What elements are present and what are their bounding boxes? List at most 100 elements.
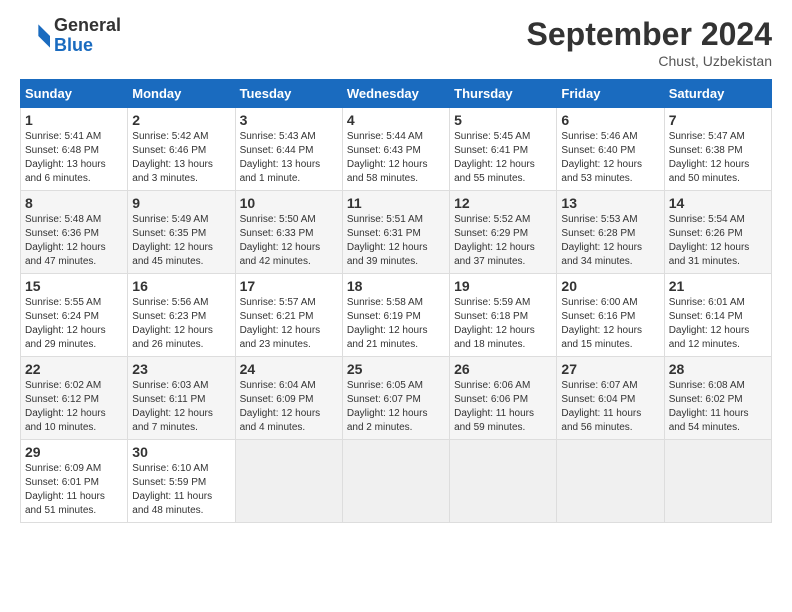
header-cell-sunday: Sunday xyxy=(21,80,128,108)
day-number: 2 xyxy=(132,112,230,128)
day-cell: 7 Sunrise: 5:47 AM Sunset: 6:38 PM Dayli… xyxy=(664,108,771,191)
day-cell xyxy=(664,440,771,523)
day-number: 6 xyxy=(561,112,659,128)
day-info: Sunrise: 6:10 AM Sunset: 5:59 PM Dayligh… xyxy=(132,462,230,518)
day-info: Sunrise: 5:48 AM Sunset: 6:36 PM Dayligh… xyxy=(25,213,123,269)
day-number: 26 xyxy=(454,361,552,377)
day-info: Sunrise: 5:45 AM Sunset: 6:41 PM Dayligh… xyxy=(454,130,552,186)
day-info: Sunrise: 5:50 AM Sunset: 6:33 PM Dayligh… xyxy=(240,213,338,269)
day-info: Sunrise: 5:51 AM Sunset: 6:31 PM Dayligh… xyxy=(347,213,445,269)
day-cell xyxy=(235,440,342,523)
day-info: Sunrise: 5:49 AM Sunset: 6:35 PM Dayligh… xyxy=(132,213,230,269)
day-info: Sunrise: 5:43 AM Sunset: 6:44 PM Dayligh… xyxy=(240,130,338,186)
week-row-2: 8 Sunrise: 5:48 AM Sunset: 6:36 PM Dayli… xyxy=(21,191,772,274)
day-cell: 25 Sunrise: 6:05 AM Sunset: 6:07 PM Dayl… xyxy=(342,357,449,440)
day-cell: 19 Sunrise: 5:59 AM Sunset: 6:18 PM Dayl… xyxy=(450,274,557,357)
day-info: Sunrise: 5:41 AM Sunset: 6:48 PM Dayligh… xyxy=(25,130,123,186)
header: General Blue September 2024 Chust, Uzbek… xyxy=(20,16,772,69)
day-cell: 13 Sunrise: 5:53 AM Sunset: 6:28 PM Dayl… xyxy=(557,191,664,274)
day-cell: 10 Sunrise: 5:50 AM Sunset: 6:33 PM Dayl… xyxy=(235,191,342,274)
day-info: Sunrise: 5:42 AM Sunset: 6:46 PM Dayligh… xyxy=(132,130,230,186)
day-cell: 1 Sunrise: 5:41 AM Sunset: 6:48 PM Dayli… xyxy=(21,108,128,191)
day-info: Sunrise: 6:02 AM Sunset: 6:12 PM Dayligh… xyxy=(25,379,123,435)
header-cell-wednesday: Wednesday xyxy=(342,80,449,108)
day-info: Sunrise: 6:08 AM Sunset: 6:02 PM Dayligh… xyxy=(669,379,767,435)
calendar-table: SundayMondayTuesdayWednesdayThursdayFrid… xyxy=(20,79,772,523)
day-cell: 27 Sunrise: 6:07 AM Sunset: 6:04 PM Dayl… xyxy=(557,357,664,440)
day-info: Sunrise: 5:56 AM Sunset: 6:23 PM Dayligh… xyxy=(132,296,230,352)
day-number: 14 xyxy=(669,195,767,211)
week-row-3: 15 Sunrise: 5:55 AM Sunset: 6:24 PM Dayl… xyxy=(21,274,772,357)
day-number: 15 xyxy=(25,278,123,294)
day-number: 20 xyxy=(561,278,659,294)
day-cell: 26 Sunrise: 6:06 AM Sunset: 6:06 PM Dayl… xyxy=(450,357,557,440)
day-cell: 18 Sunrise: 5:58 AM Sunset: 6:19 PM Dayl… xyxy=(342,274,449,357)
day-info: Sunrise: 5:58 AM Sunset: 6:19 PM Dayligh… xyxy=(347,296,445,352)
day-cell: 6 Sunrise: 5:46 AM Sunset: 6:40 PM Dayli… xyxy=(557,108,664,191)
day-info: Sunrise: 5:55 AM Sunset: 6:24 PM Dayligh… xyxy=(25,296,123,352)
day-number: 24 xyxy=(240,361,338,377)
day-cell: 24 Sunrise: 6:04 AM Sunset: 6:09 PM Dayl… xyxy=(235,357,342,440)
header-cell-friday: Friday xyxy=(557,80,664,108)
day-cell: 30 Sunrise: 6:10 AM Sunset: 5:59 PM Dayl… xyxy=(128,440,235,523)
logo-general: General xyxy=(54,16,121,36)
header-cell-monday: Monday xyxy=(128,80,235,108)
day-number: 13 xyxy=(561,195,659,211)
day-cell: 9 Sunrise: 5:49 AM Sunset: 6:35 PM Dayli… xyxy=(128,191,235,274)
day-cell: 4 Sunrise: 5:44 AM Sunset: 6:43 PM Dayli… xyxy=(342,108,449,191)
page-container: General Blue September 2024 Chust, Uzbek… xyxy=(0,0,792,533)
day-number: 8 xyxy=(25,195,123,211)
day-info: Sunrise: 6:04 AM Sunset: 6:09 PM Dayligh… xyxy=(240,379,338,435)
day-cell: 3 Sunrise: 5:43 AM Sunset: 6:44 PM Dayli… xyxy=(235,108,342,191)
day-info: Sunrise: 6:01 AM Sunset: 6:14 PM Dayligh… xyxy=(669,296,767,352)
day-number: 7 xyxy=(669,112,767,128)
day-number: 5 xyxy=(454,112,552,128)
day-number: 23 xyxy=(132,361,230,377)
day-info: Sunrise: 6:05 AM Sunset: 6:07 PM Dayligh… xyxy=(347,379,445,435)
day-cell: 2 Sunrise: 5:42 AM Sunset: 6:46 PM Dayli… xyxy=(128,108,235,191)
day-number: 16 xyxy=(132,278,230,294)
week-row-5: 29 Sunrise: 6:09 AM Sunset: 6:01 PM Dayl… xyxy=(21,440,772,523)
header-cell-tuesday: Tuesday xyxy=(235,80,342,108)
calendar-body: 1 Sunrise: 5:41 AM Sunset: 6:48 PM Dayli… xyxy=(21,108,772,523)
day-number: 25 xyxy=(347,361,445,377)
day-cell: 5 Sunrise: 5:45 AM Sunset: 6:41 PM Dayli… xyxy=(450,108,557,191)
day-cell: 17 Sunrise: 5:57 AM Sunset: 6:21 PM Dayl… xyxy=(235,274,342,357)
day-info: Sunrise: 5:59 AM Sunset: 6:18 PM Dayligh… xyxy=(454,296,552,352)
location: Chust, Uzbekistan xyxy=(527,53,772,69)
day-number: 12 xyxy=(454,195,552,211)
day-cell: 28 Sunrise: 6:08 AM Sunset: 6:02 PM Dayl… xyxy=(664,357,771,440)
day-cell: 11 Sunrise: 5:51 AM Sunset: 6:31 PM Dayl… xyxy=(342,191,449,274)
header-row: SundayMondayTuesdayWednesdayThursdayFrid… xyxy=(21,80,772,108)
day-info: Sunrise: 6:06 AM Sunset: 6:06 PM Dayligh… xyxy=(454,379,552,435)
day-info: Sunrise: 5:52 AM Sunset: 6:29 PM Dayligh… xyxy=(454,213,552,269)
calendar-header: SundayMondayTuesdayWednesdayThursdayFrid… xyxy=(21,80,772,108)
day-number: 27 xyxy=(561,361,659,377)
day-info: Sunrise: 5:46 AM Sunset: 6:40 PM Dayligh… xyxy=(561,130,659,186)
day-cell: 20 Sunrise: 6:00 AM Sunset: 6:16 PM Dayl… xyxy=(557,274,664,357)
day-cell: 23 Sunrise: 6:03 AM Sunset: 6:11 PM Dayl… xyxy=(128,357,235,440)
day-info: Sunrise: 6:09 AM Sunset: 6:01 PM Dayligh… xyxy=(25,462,123,518)
header-cell-saturday: Saturday xyxy=(664,80,771,108)
day-info: Sunrise: 5:53 AM Sunset: 6:28 PM Dayligh… xyxy=(561,213,659,269)
day-number: 28 xyxy=(669,361,767,377)
day-number: 29 xyxy=(25,444,123,460)
day-info: Sunrise: 5:44 AM Sunset: 6:43 PM Dayligh… xyxy=(347,130,445,186)
day-number: 3 xyxy=(240,112,338,128)
day-number: 11 xyxy=(347,195,445,211)
day-number: 1 xyxy=(25,112,123,128)
day-number: 10 xyxy=(240,195,338,211)
day-cell: 21 Sunrise: 6:01 AM Sunset: 6:14 PM Dayl… xyxy=(664,274,771,357)
day-cell: 14 Sunrise: 5:54 AM Sunset: 6:26 PM Dayl… xyxy=(664,191,771,274)
day-info: Sunrise: 6:00 AM Sunset: 6:16 PM Dayligh… xyxy=(561,296,659,352)
day-number: 30 xyxy=(132,444,230,460)
day-info: Sunrise: 6:07 AM Sunset: 6:04 PM Dayligh… xyxy=(561,379,659,435)
day-cell: 15 Sunrise: 5:55 AM Sunset: 6:24 PM Dayl… xyxy=(21,274,128,357)
logo: General Blue xyxy=(20,16,121,56)
day-cell: 12 Sunrise: 5:52 AM Sunset: 6:29 PM Dayl… xyxy=(450,191,557,274)
day-info: Sunrise: 6:03 AM Sunset: 6:11 PM Dayligh… xyxy=(132,379,230,435)
day-cell: 29 Sunrise: 6:09 AM Sunset: 6:01 PM Dayl… xyxy=(21,440,128,523)
day-info: Sunrise: 5:57 AM Sunset: 6:21 PM Dayligh… xyxy=(240,296,338,352)
day-number: 17 xyxy=(240,278,338,294)
logo-icon xyxy=(20,21,50,51)
